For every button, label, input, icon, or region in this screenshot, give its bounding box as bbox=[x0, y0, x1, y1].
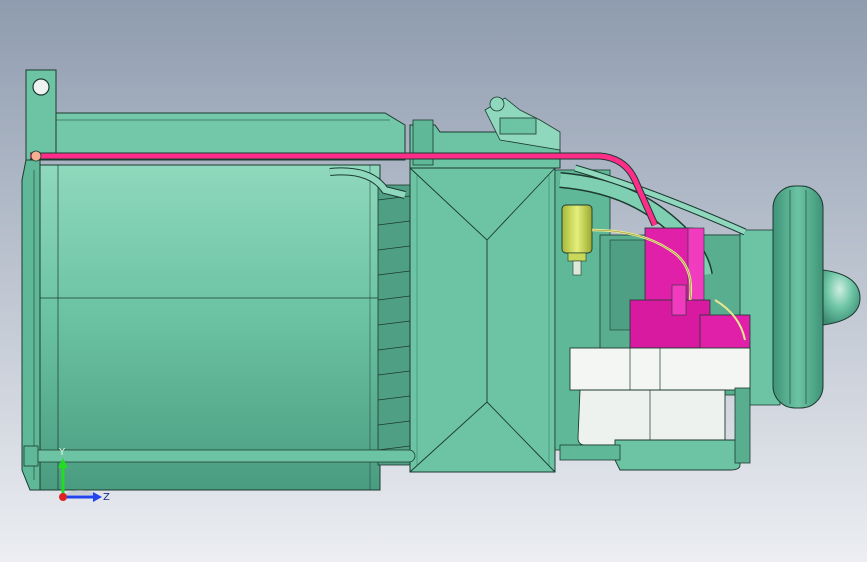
oil-sump-tank[interactable] bbox=[569, 347, 751, 446]
triad-y-label: Y bbox=[58, 447, 66, 458]
generator-cylinder[interactable] bbox=[39, 164, 381, 491]
cooling-fins bbox=[377, 184, 411, 466]
cad-viewport[interactable]: Y Z bbox=[0, 0, 867, 562]
radiator-box[interactable] bbox=[409, 167, 556, 473]
flywheel[interactable] bbox=[772, 185, 824, 409]
generator-end-cap[interactable] bbox=[21, 159, 41, 491]
lifting-bracket[interactable] bbox=[25, 69, 61, 161]
triad-z-label: Z bbox=[103, 492, 110, 503]
cad-model-scene[interactable]: Y Z bbox=[0, 0, 867, 562]
